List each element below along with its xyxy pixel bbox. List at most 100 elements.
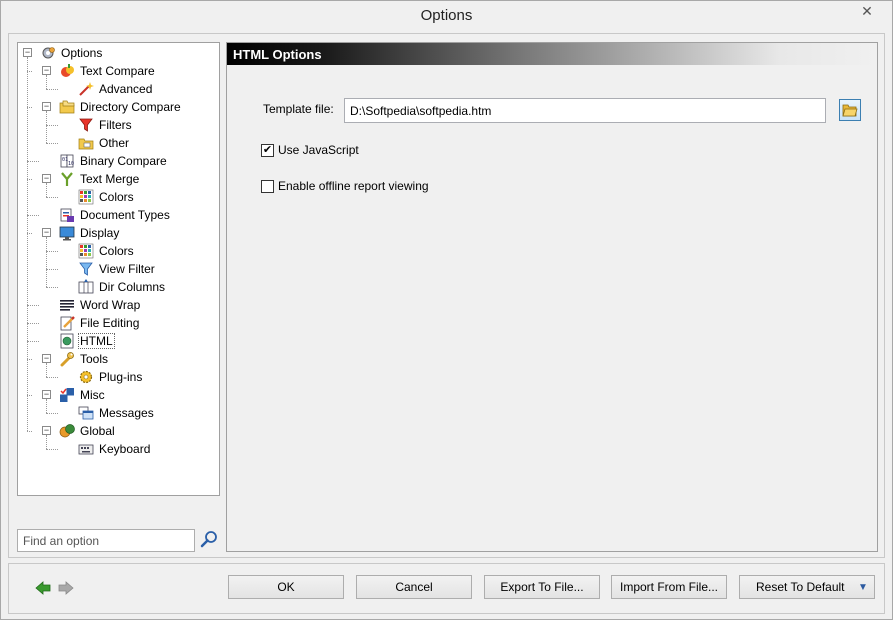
tree-item-other[interactable]: Other: [78, 134, 131, 152]
tree-item-keyboard[interactable]: Keyboard: [78, 440, 152, 458]
tree-item-advanced[interactable]: Advanced: [78, 80, 154, 98]
template-file-input[interactable]: [344, 98, 826, 123]
tree-item-options[interactable]: Options: [40, 44, 104, 62]
filter-blue-icon: [79, 262, 93, 276]
panel-header: HTML Options: [227, 43, 877, 65]
tree-item-tools[interactable]: Tools: [59, 350, 110, 368]
folder-other-icon: [78, 138, 94, 150]
back-arrow-icon[interactable]: [35, 580, 51, 596]
folder-compare-icon: [59, 100, 75, 114]
bottom-bar: OK Cancel Export To File... Import From …: [8, 563, 885, 614]
ok-button[interactable]: OK: [228, 575, 344, 599]
tree-item-label: View Filter: [99, 262, 155, 276]
tree-item-messages[interactable]: Messages: [78, 404, 156, 422]
tree-item-binary-compare[interactable]: 01 10 Binary Compare: [59, 152, 169, 170]
tree-item-colors[interactable]: Colors: [78, 188, 136, 206]
tree-item-label: Messages: [99, 406, 154, 420]
tree-expander-icon[interactable]: −: [42, 354, 51, 363]
tree-item-label: Colors: [99, 244, 134, 258]
tree-item-label: Directory Compare: [80, 100, 181, 114]
tree-item-file-editing[interactable]: File Editing: [59, 314, 141, 332]
tree-item-word-wrap[interactable]: Word Wrap: [59, 296, 142, 314]
tree-item-plug-ins[interactable]: Plug-ins: [78, 368, 144, 386]
reset-default-label: Reset To Default: [756, 580, 845, 594]
use-javascript-label: Use JavaScript: [278, 143, 359, 157]
tree-item-label: Text Merge: [80, 172, 140, 186]
dir-columns-icon: [78, 279, 94, 294]
cancel-button[interactable]: Cancel: [356, 575, 472, 599]
tree-expander-icon[interactable]: −: [42, 174, 51, 183]
tree-item-dir-columns[interactable]: Dir Columns: [78, 278, 167, 296]
export-button[interactable]: Export To File...: [484, 575, 600, 599]
tree-item-label: Keyboard: [99, 442, 151, 456]
tree-item-filters[interactable]: Filters: [78, 116, 134, 134]
plugin-gear-icon: [79, 370, 93, 384]
tree-item-label: Tools: [80, 352, 109, 366]
messages-icon: [78, 406, 94, 420]
use-javascript-checkbox[interactable]: ✔: [261, 143, 274, 157]
tree-item-label: Options: [61, 46, 103, 60]
misc-icon: [60, 388, 74, 402]
magic-wand-icon: [79, 82, 94, 96]
tree-item-colors[interactable]: Colors: [78, 242, 136, 260]
tree-item-label: Filters: [99, 118, 132, 132]
content-area: − Options − Text Compare Advanced − Directory …: [8, 33, 885, 558]
global-icon: [59, 424, 75, 438]
browse-button[interactable]: [839, 99, 861, 121]
tree-item-html[interactable]: HTML: [59, 332, 115, 350]
tree-item-directory-compare[interactable]: Directory Compare: [59, 98, 183, 116]
offline-viewing-row[interactable]: Enable offline report viewing: [261, 179, 429, 193]
tree-item-label: Document Types: [80, 208, 170, 222]
tree-expander-icon[interactable]: −: [42, 228, 51, 237]
tree-item-misc[interactable]: Misc: [59, 386, 107, 404]
color-grid-icon: [78, 243, 94, 259]
offline-viewing-checkbox[interactable]: [261, 179, 274, 193]
tree-item-label: Advanced: [99, 82, 153, 96]
tree-item-label: Misc: [80, 388, 105, 402]
reset-dropdown-icon[interactable]: ▼: [852, 576, 874, 598]
tree-item-label: Global: [80, 424, 115, 438]
tree-item-view-filter[interactable]: View Filter: [78, 260, 157, 278]
tree-expander-icon[interactable]: −: [42, 390, 51, 399]
search-input[interactable]: [17, 529, 195, 552]
keyboard-icon: [78, 444, 94, 455]
offline-viewing-label: Enable offline report viewing: [278, 179, 429, 193]
tree-item-label: Binary Compare: [80, 154, 167, 168]
forward-arrow-icon[interactable]: [58, 580, 74, 596]
import-button[interactable]: Import From File...: [611, 575, 727, 599]
html-icon: [60, 333, 74, 349]
window-title: Options: [420, 7, 473, 24]
word-wrap-icon: [60, 300, 74, 311]
binary-compare-icon: 0110: [60, 154, 74, 168]
tree-item-label: Plug-ins: [99, 370, 143, 384]
tree-expander-icon[interactable]: −: [42, 102, 51, 111]
tree-item-display[interactable]: Display: [59, 224, 121, 242]
tree-item-text-merge[interactable]: Text Merge: [59, 170, 141, 188]
text-compare-icon: [61, 64, 74, 77]
tree-expander-icon[interactable]: −: [42, 426, 51, 435]
tree-item-label: Colors: [99, 190, 134, 204]
template-file-label: Template file:: [263, 102, 334, 116]
use-javascript-row[interactable]: ✔ Use JavaScript: [261, 143, 359, 157]
tree-item-global[interactable]: Global: [59, 422, 117, 440]
tree-item-label: HTML: [78, 333, 115, 349]
document-types-icon: [60, 208, 74, 222]
tree-item-label: Text Compare: [80, 64, 155, 78]
tree-expander-icon[interactable]: −: [23, 48, 32, 57]
html-options-panel: HTML Options Template file: ✔ Use JavaSc…: [226, 42, 878, 552]
tree-item-text-compare[interactable]: Text Compare: [59, 62, 157, 80]
wrench-icon: [60, 352, 74, 367]
options-tree[interactable]: − Options − Text Compare Advanced − Directory …: [17, 42, 220, 496]
tree-item-label: Other: [99, 136, 130, 150]
merge-icon: [61, 172, 73, 186]
file-editing-icon: [60, 316, 75, 331]
tree-expander-icon[interactable]: −: [42, 66, 51, 75]
reset-default-button[interactable]: Reset To Default ▼: [739, 575, 875, 599]
monitor-icon: [59, 226, 75, 241]
close-button[interactable]: ✕: [850, 1, 884, 22]
options-gear-icon: [42, 47, 55, 59]
tree-item-document-types[interactable]: Document Types: [59, 206, 172, 224]
tree-item-label: Dir Columns: [99, 280, 166, 294]
search-icon[interactable]: [200, 530, 218, 548]
color-grid-icon: [78, 189, 94, 205]
